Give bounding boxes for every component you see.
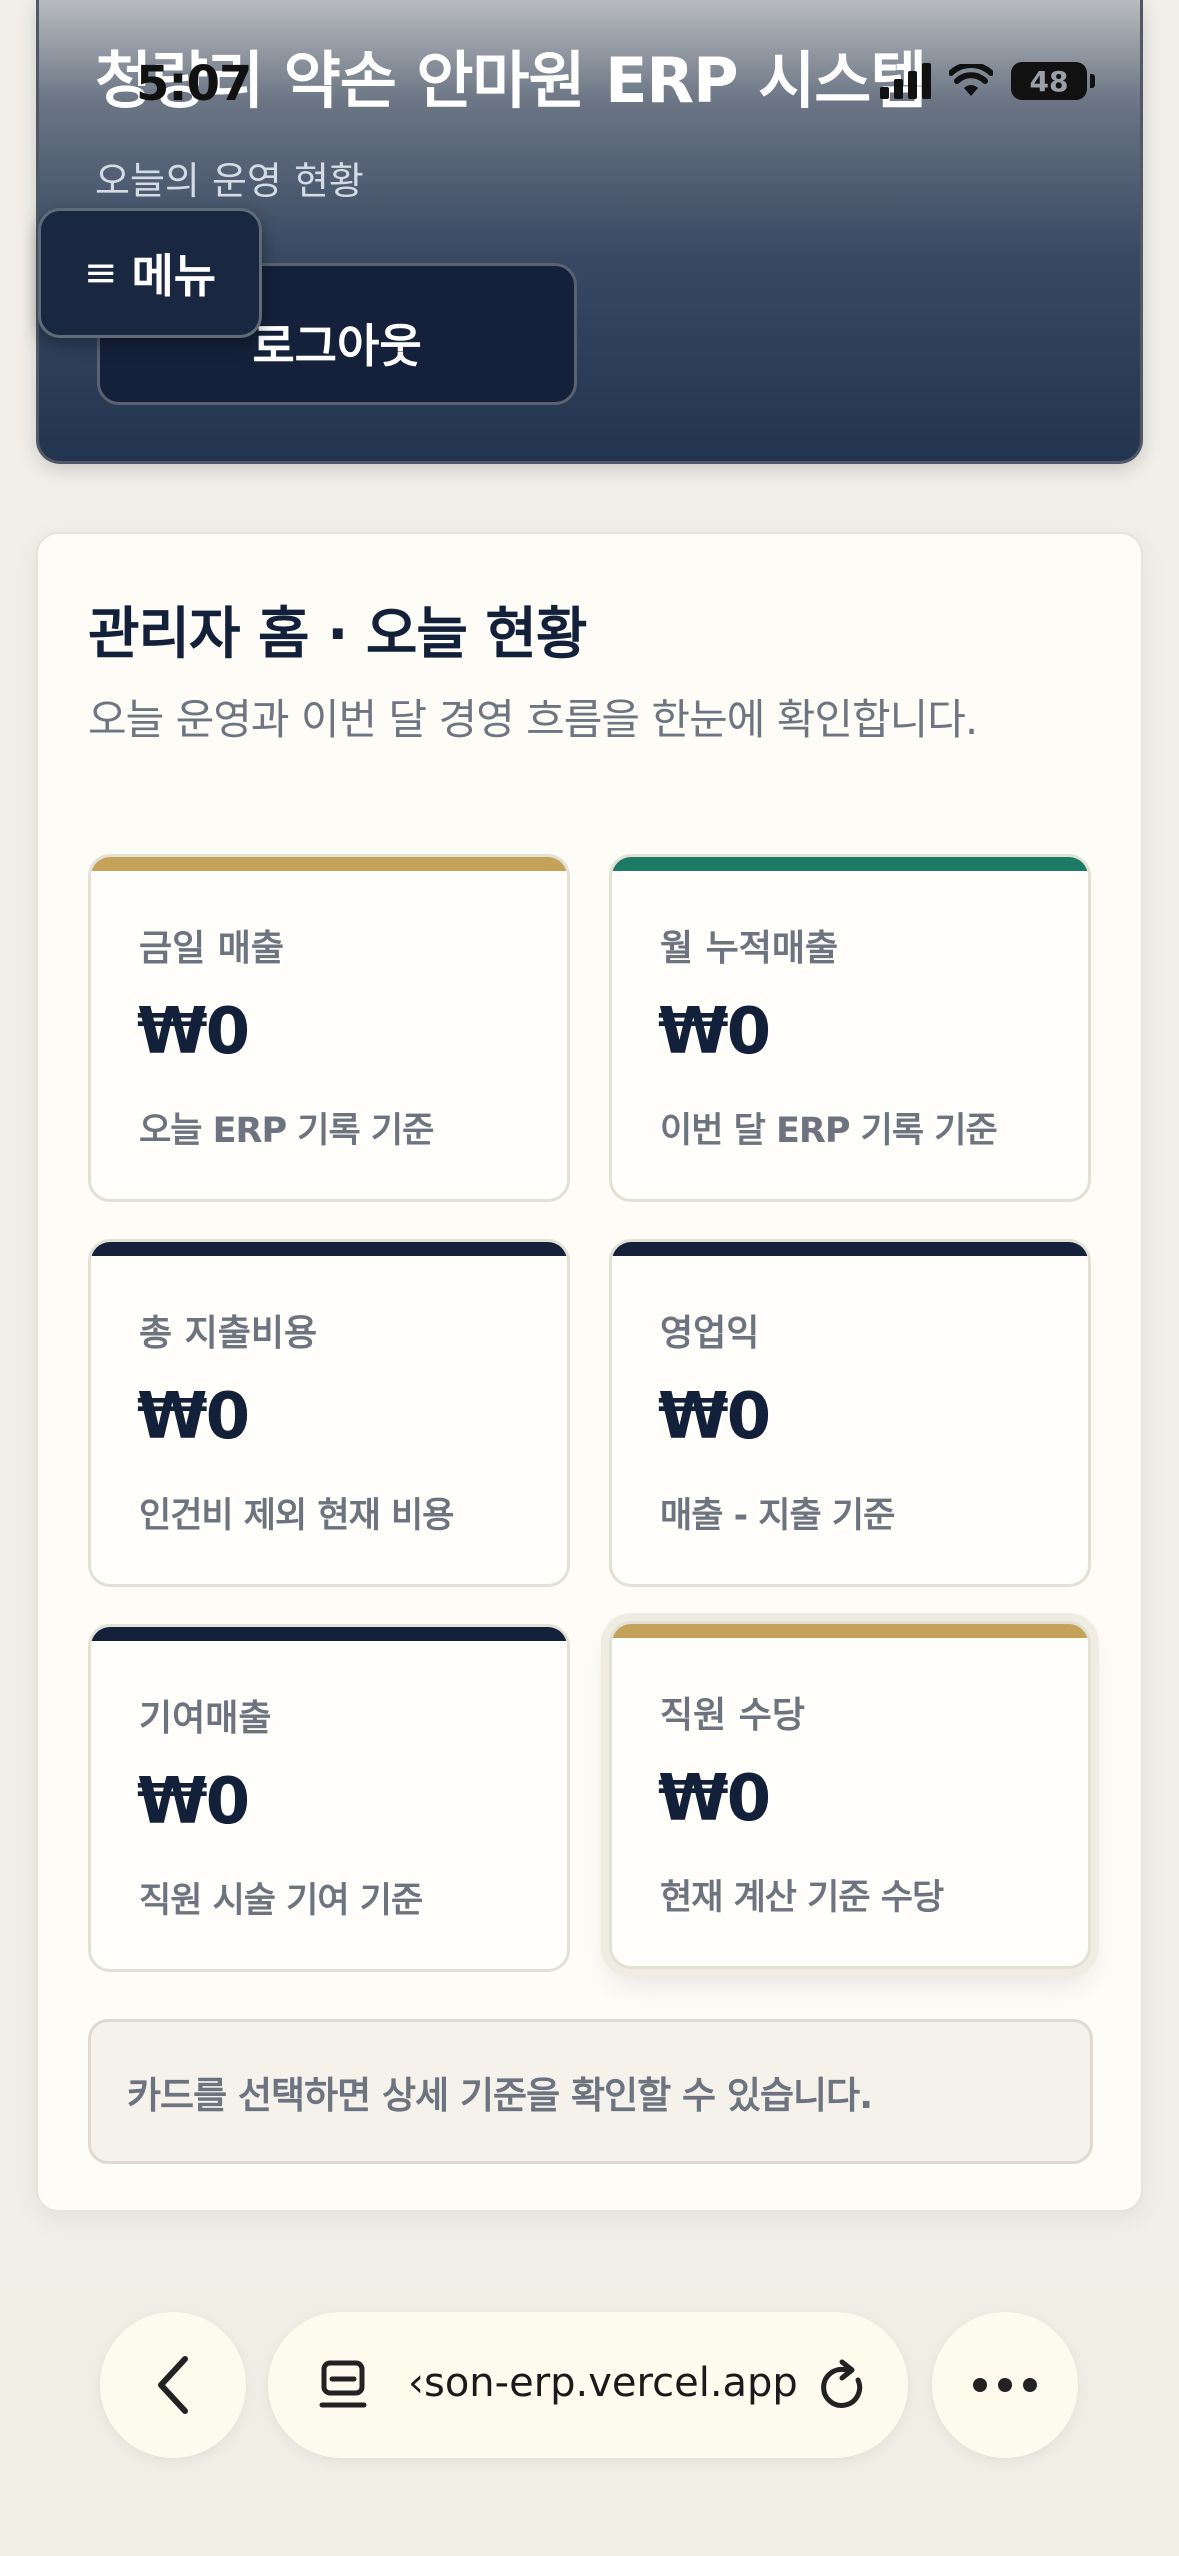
reload-icon[interactable]: [816, 2358, 870, 2414]
card-today-sales[interactable]: 금일 매출 ₩0 오늘 ERP 기록 기준: [88, 854, 570, 1202]
url-text: ‹son-erp.vercel.app: [408, 2360, 798, 2406]
back-button[interactable]: [100, 2312, 246, 2458]
card-staff-allowance[interactable]: 직원 수당 ₩0 현재 계산 기준 수당: [609, 1621, 1091, 1969]
card-label: 직원 수당: [660, 1695, 806, 1736]
card-contribution-sales[interactable]: 기여매출 ₩0 직원 시술 기여 기준: [88, 1624, 570, 1972]
card-label: 월 누적매출: [660, 928, 839, 969]
card-note: 현재 계산 기준 수당: [660, 1878, 944, 1918]
card-total-expense[interactable]: 총 지출비용 ₩0 인건비 제외 현재 비용: [88, 1239, 570, 1587]
page-title: 관리자 홈 · 오늘 현황: [88, 602, 587, 667]
wifi-icon: [949, 64, 993, 96]
more-button[interactable]: [932, 2312, 1078, 2458]
card-note: 이번 달 ERP 기록 기준: [660, 1111, 998, 1151]
card-accent-bar: [612, 857, 1088, 871]
card-accent-bar: [612, 1242, 1088, 1256]
card-value: ₩0: [137, 1380, 250, 1454]
browser-toolbar: ‹son-erp.vercel.app: [0, 2276, 1179, 2556]
card-note: 매출 - 지출 기준: [660, 1496, 895, 1536]
card-accent-bar: [91, 1242, 567, 1256]
card-accent-bar: [612, 1624, 1088, 1638]
dashboard-panel: 관리자 홈 · 오늘 현황 오늘 운영과 이번 달 경영 흐름을 한눈에 확인합…: [36, 532, 1143, 2212]
card-monthly-sales[interactable]: 월 누적매출 ₩0 이번 달 ERP 기록 기준: [609, 854, 1091, 1202]
card-value: ₩0: [658, 995, 771, 1069]
card-label: 금일 매출: [139, 928, 285, 969]
cellular-signal-icon: [880, 63, 931, 99]
card-label: 영업익: [660, 1313, 760, 1354]
card-operating-profit[interactable]: 영업익 ₩0 매출 - 지출 기준: [609, 1239, 1091, 1587]
status-icons: 48: [880, 62, 1095, 100]
chevron-left-icon: [158, 2356, 188, 2414]
card-label: 총 지출비용: [139, 1313, 318, 1354]
card-note: 인건비 제외 현재 비용: [139, 1496, 454, 1536]
page-tabs-icon: [319, 2360, 367, 2408]
card-accent-bar: [91, 857, 567, 871]
card-value: ₩0: [658, 1762, 771, 1836]
menu-label: 메뉴: [131, 249, 217, 303]
card-note: 직원 시술 기여 기준: [139, 1881, 423, 1921]
card-value: ₩0: [137, 995, 250, 1069]
card-accent-bar: [91, 1627, 567, 1641]
card-label: 기여매출: [139, 1698, 272, 1739]
hint-message: 카드를 선택하면 상세 기준을 확인할 수 있습니다.: [88, 2019, 1093, 2164]
battery-icon: 48: [1011, 62, 1095, 100]
status-time: 5:07: [136, 56, 252, 112]
card-value: ₩0: [137, 1765, 250, 1839]
page-description: 오늘 운영과 이번 달 경영 흐름을 한눈에 확인합니다.: [88, 695, 978, 744]
address-bar[interactable]: ‹son-erp.vercel.app: [268, 2312, 908, 2458]
menu-button[interactable]: ≡ 메뉴: [38, 208, 262, 338]
more-icon: [973, 2378, 1037, 2392]
card-note: 오늘 ERP 기록 기준: [139, 1111, 434, 1151]
hamburger-icon: ≡: [83, 250, 118, 296]
card-value: ₩0: [658, 1380, 771, 1454]
app-subtitle: 오늘의 운영 현황: [95, 159, 364, 203]
